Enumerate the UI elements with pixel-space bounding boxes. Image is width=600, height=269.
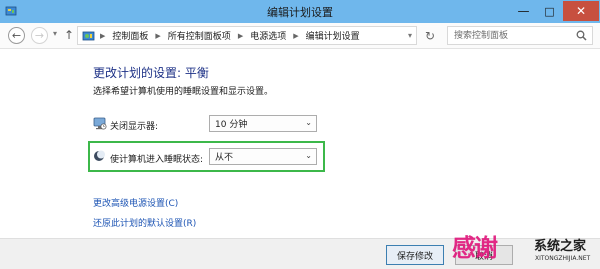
page-description: 选择希望计算机使用的睡眠设置和显示设置。 [93,87,274,97]
title-bar: 编辑计划设置 — □ ✕ [0,0,600,23]
chevron-down-icon: ⌄ [305,118,312,127]
watermark-logo: 感谢 系统之家 XITONGZHIJIA.NET [452,228,600,269]
search-box[interactable] [447,26,593,45]
breadcrumb-item[interactable]: 编辑计划设置 [306,29,360,42]
sleep-label: 使计算机进入睡眠状态: [110,155,204,165]
close-button[interactable]: ✕ [563,1,599,21]
page-title: 更改计划的设置: 平衡 [93,66,209,80]
moon-icon [94,150,105,161]
breadcrumb-item[interactable]: 电源选项 [250,29,286,42]
save-button[interactable]: 保存修改 [386,245,444,265]
control-panel-icon [82,31,95,40]
sleep-select[interactable]: 从不 ⌄ [209,148,317,165]
window-title: 编辑计划设置 [267,6,333,19]
address-bar[interactable]: ▶ 控制面板 ▶ 所有控制面板项 ▶ 电源选项 ▶ 编辑计划设置 ▾ [77,26,417,45]
recent-pages-chevron-icon[interactable]: ▾ [53,29,57,38]
sleep-value: 从不 [215,153,234,163]
breadcrumb-separator-icon[interactable]: ▶ [293,32,298,40]
up-arrow-icon[interactable]: ↑ [64,28,74,42]
restore-defaults-link[interactable]: 还原此计划的默认设置(R) [93,216,196,229]
back-arrow-icon[interactable]: ← [8,27,25,44]
navigation-bar: ← → ▾ ↑ ▶ 控制面板 ▶ 所有控制面板项 ▶ 电源选项 ▶ 编辑计划设置… [0,23,600,49]
breadcrumb-separator-icon[interactable]: ▶ [155,32,160,40]
breadcrumb-item[interactable]: 所有控制面板项 [168,29,231,42]
display-off-label: 关闭显示器: [110,122,159,132]
display-off-value: 10 分钟 [215,120,248,130]
watermark-site-name: 系统之家 [534,239,587,254]
search-icon[interactable] [576,30,587,41]
advanced-power-settings-link[interactable]: 更改高级电源设置(C) [93,196,178,209]
breadcrumb-separator-icon: ▶ [100,31,106,40]
search-input[interactable] [454,29,569,42]
forward-arrow-icon[interactable]: → [31,27,48,44]
watermark-big-text: 感谢 [452,233,498,262]
minimize-button[interactable]: — [511,1,536,21]
breadcrumb-item[interactable]: 控制面板 [112,29,148,42]
chevron-down-icon: ⌄ [305,151,312,160]
address-dropdown-chevron-icon[interactable]: ▾ [408,31,412,40]
maximize-button[interactable]: □ [537,1,562,21]
watermark-url: XITONGZHIJIA.NET [535,255,591,262]
refresh-icon[interactable]: ↻ [422,27,438,44]
display-off-select[interactable]: 10 分钟 ⌄ [209,115,317,132]
breadcrumb-separator-icon[interactable]: ▶ [238,32,243,40]
display-icon [93,117,107,130]
